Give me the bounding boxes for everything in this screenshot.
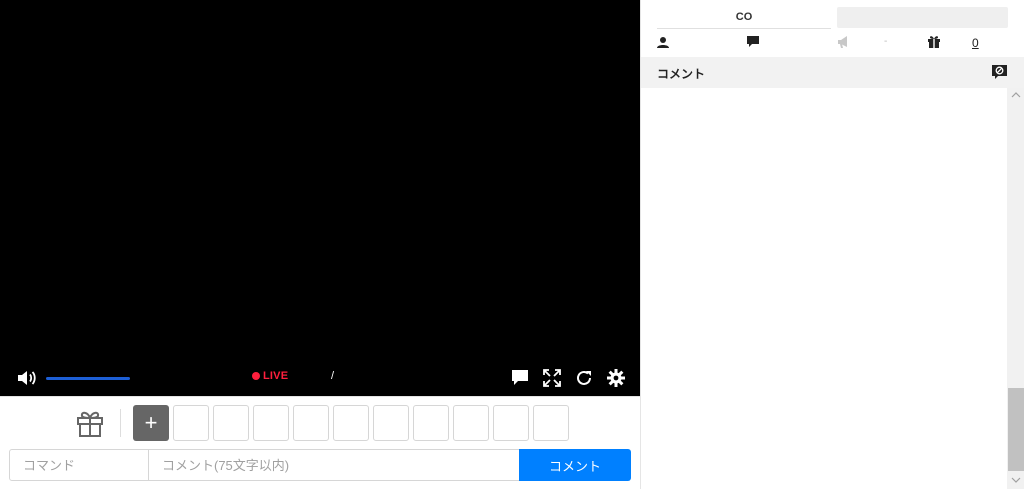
person-icon: [657, 36, 669, 48]
comment-form-panel: + コメント: [0, 396, 640, 489]
gift-icon: [927, 35, 941, 48]
live-label: LIVE: [263, 370, 289, 382]
comment-header-title: コメント: [657, 67, 706, 81]
speech-bubble-icon: [747, 36, 759, 48]
item-slot[interactable]: [333, 405, 369, 441]
item-slot[interactable]: [373, 405, 409, 441]
gift-count[interactable]: 0: [972, 36, 979, 50]
item-slot[interactable]: [533, 405, 569, 441]
player-controls: LIVE /: [0, 362, 640, 394]
reload-icon[interactable]: [574, 368, 594, 388]
item-slot[interactable]: [413, 405, 449, 441]
ad-point-value: -: [884, 36, 888, 47]
live-dot-icon: [252, 372, 260, 380]
scroll-up-icon[interactable]: [1007, 88, 1024, 102]
scrollbar-thumb[interactable]: [1008, 388, 1024, 471]
program-info-box: [837, 7, 1008, 28]
comment-scrollbar[interactable]: [1007, 88, 1024, 489]
community-label[interactable]: CO: [657, 8, 831, 29]
volume-icon[interactable]: [16, 368, 38, 388]
comment-input[interactable]: [148, 449, 520, 481]
item-slot[interactable]: [173, 405, 209, 441]
add-item-button[interactable]: +: [133, 405, 169, 441]
divider: [120, 409, 121, 437]
item-slot[interactable]: [253, 405, 289, 441]
app-root: LIVE / + コマンド コメント(75文字以内) コメント CO - 0 コ…: [0, 0, 1024, 489]
hide-comment-icon[interactable]: [991, 64, 1009, 82]
comment-bubble-icon[interactable]: [510, 368, 530, 388]
stats-bar: - 0: [641, 34, 1024, 52]
item-slot[interactable]: [453, 405, 489, 441]
side-panel: CO - 0 コメント: [640, 0, 1024, 489]
submit-comment-button[interactable]: コメント: [519, 449, 631, 481]
video-player[interactable]: LIVE /: [0, 0, 640, 396]
megaphone-icon: [837, 36, 850, 48]
volume-slider[interactable]: [46, 377, 130, 380]
item-slot[interactable]: [213, 405, 249, 441]
comment-header: コメント: [641, 57, 1024, 88]
fullscreen-icon[interactable]: [542, 368, 562, 388]
time-display: /: [331, 370, 335, 382]
gift-icon[interactable]: [74, 407, 106, 439]
command-input[interactable]: [9, 449, 149, 481]
live-indicator: LIVE: [252, 370, 288, 382]
gear-icon[interactable]: [606, 368, 626, 388]
scroll-down-icon[interactable]: [1007, 473, 1024, 487]
item-slot[interactable]: [493, 405, 529, 441]
item-slot[interactable]: [293, 405, 329, 441]
comment-list[interactable]: [641, 88, 1007, 489]
